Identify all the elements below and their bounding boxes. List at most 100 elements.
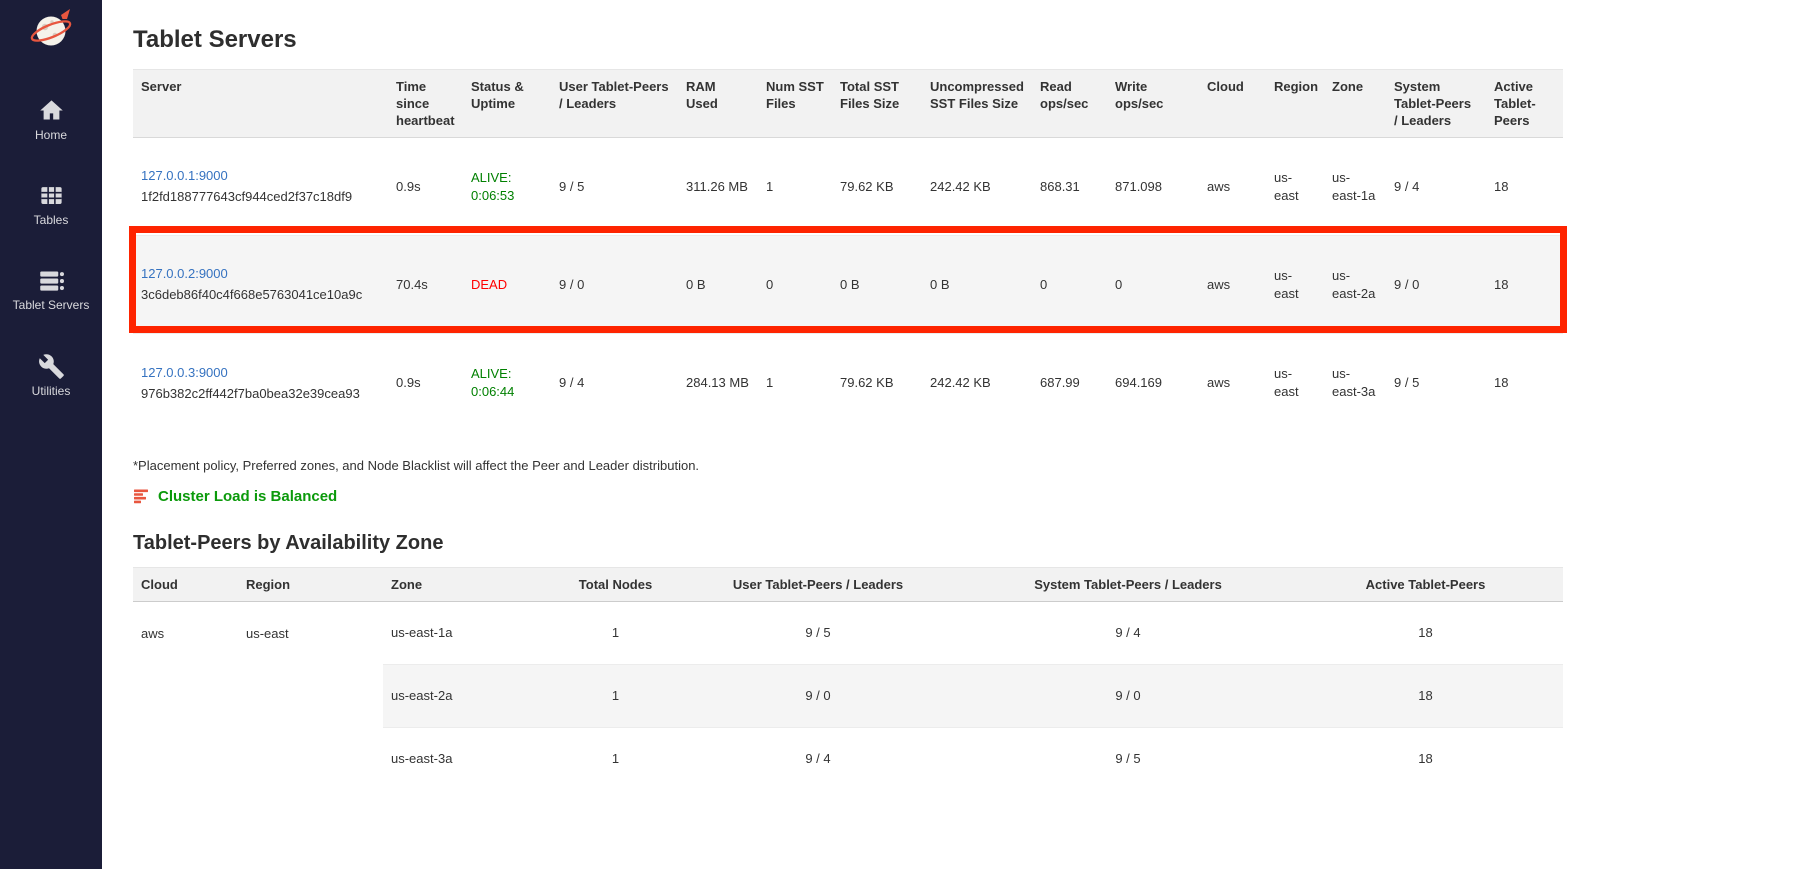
cell-zone: us-east-2a [1324,236,1386,334]
cell-total-nodes: 1 [563,728,668,791]
cell-system-peers: 9 / 5 [968,728,1288,791]
table-header-row: Cloud Region Zone Total Nodes User Table… [133,567,1563,601]
placement-policy-note: *Placement policy, Preferred zones, and … [133,458,1805,473]
cell-zone: us-east-3a [1324,334,1386,432]
cell-write-ops: 694.169 [1107,334,1199,432]
cell-zone: us-east-1a [383,602,563,665]
cell-region: us-east [238,602,383,791]
col-region: Region [238,567,383,601]
cell-active-peers: 18 [1288,728,1563,791]
cell-status: ALIVE: 0:06:44 [463,334,551,432]
cell-uncompressed-sst: 242.42 KB [922,138,1032,236]
sidebar-item-tables[interactable]: Tables [0,182,102,227]
table-row-dead: 127.0.0.2:9000 3c6deb86f40c4f668e5763041… [133,236,1563,334]
cell-system-peers: 9 / 5 [1386,334,1486,432]
cell-status: ALIVE: 0:06:53 [463,138,551,236]
sidebar-item-label: Utilities [32,385,71,398]
cell-uncompressed-sst: 242.42 KB [922,334,1032,432]
sidebar-item-utilities[interactable]: Utilities [0,353,102,398]
cell-heartbeat: 0.9s [388,138,463,236]
cell-region: us-east [1266,334,1324,432]
cell-zone: us-east-3a [383,728,563,791]
zones-table: Cloud Region Zone Total Nodes User Table… [133,567,1563,791]
cell-region: us-east [1266,138,1324,236]
cell-num-sst: 0 [758,236,832,334]
cell-region: us-east [1266,236,1324,334]
cell-zone: us-east-2a [383,665,563,728]
table-header-row: Server Time since heartbeat Status & Upt… [133,70,1563,138]
yugabyte-logo-icon[interactable] [28,6,74,57]
cell-sst-size: 79.62 KB [832,138,922,236]
col-sst-size: Total SST Files Size [832,70,922,138]
cell-active-peers: 18 [1288,602,1563,665]
cell-server: 127.0.0.3:9000 976b382c2ff442f7ba0bea32e… [133,334,388,432]
server-address-link[interactable]: 127.0.0.1:9000 [141,168,228,183]
cell-user-peers: 9 / 0 [668,665,968,728]
cell-active-peers: 18 [1486,334,1563,432]
col-cloud: Cloud [1199,70,1266,138]
server-uuid: 3c6deb86f40c4f668e5763041ce10a9c [141,286,380,304]
uptime-value: 0:06:53 [471,187,543,205]
col-system-peers: System Tablet-Peers / Leaders [968,567,1288,601]
col-write-ops: Write ops/sec [1107,70,1199,138]
col-ram: RAM Used [678,70,758,138]
cell-system-peers: 9 / 0 [1386,236,1486,334]
col-active-peers: Active Tablet-Peers [1486,70,1563,138]
table-row: 127.0.0.1:9000 1f2fd188777643cf944ced2f3… [133,138,1563,236]
cell-write-ops: 0 [1107,236,1199,334]
tables-icon [38,182,65,209]
col-uncompressed-sst: Uncompressed SST Files Size [922,70,1032,138]
cell-cloud: aws [1199,334,1266,432]
col-user-peers: User Tablet-Peers / Leaders [551,70,678,138]
cell-read-ops: 0 [1032,236,1107,334]
cell-zone: us-east-1a [1324,138,1386,236]
tablet-servers-icon [38,267,65,294]
cell-cloud: aws [1199,236,1266,334]
status-label: ALIVE: [471,170,511,185]
server-address-link[interactable]: 127.0.0.2:9000 [141,266,228,281]
cell-cloud: aws [1199,138,1266,236]
cell-write-ops: 871.098 [1107,138,1199,236]
col-num-sst: Num SST Files [758,70,832,138]
server-uuid: 1f2fd188777643cf944ced2f37c18df9 [141,188,380,206]
col-read-ops: Read ops/sec [1032,70,1107,138]
col-user-peers: User Tablet-Peers / Leaders [668,567,968,601]
cell-server: 127.0.0.1:9000 1f2fd188777643cf944ced2f3… [133,138,388,236]
cell-user-peers: 9 / 5 [668,602,968,665]
cell-ram: 0 B [678,236,758,334]
cell-system-peers: 9 / 4 [1386,138,1486,236]
cell-user-peers: 9 / 4 [551,334,678,432]
col-active-peers: Active Tablet-Peers [1288,567,1563,601]
cell-user-peers: 9 / 4 [668,728,968,791]
cell-active-peers: 18 [1486,236,1563,334]
cell-status: DEAD [463,236,551,334]
col-server: Server [133,70,388,138]
sidebar-item-label: Home [35,129,67,142]
cell-user-peers: 9 / 5 [551,138,678,236]
cluster-balance-status: Cluster Load is Balanced [133,488,1805,505]
cell-cloud: aws [133,602,238,791]
sidebar-item-label: Tables [34,214,69,227]
page-title: Tablet Servers [133,26,1805,54]
col-zone: Zone [383,567,563,601]
col-cloud: Cloud [133,567,238,601]
server-uuid: 976b382c2ff442f7ba0bea32e39cea93 [141,385,380,403]
cell-total-nodes: 1 [563,602,668,665]
cell-heartbeat: 0.9s [388,334,463,432]
main-content: Tablet Servers Server Time since heartbe… [102,0,1805,791]
cell-user-peers: 9 / 0 [551,236,678,334]
table-row: aws us-east us-east-1a 1 9 / 5 9 / 4 18 [133,602,1563,665]
cell-total-nodes: 1 [563,665,668,728]
cell-read-ops: 687.99 [1032,334,1107,432]
table-row: 127.0.0.3:9000 976b382c2ff442f7ba0bea32e… [133,334,1563,432]
cell-num-sst: 1 [758,334,832,432]
server-address-link[interactable]: 127.0.0.3:9000 [141,365,228,380]
sidebar-item-home[interactable]: Home [0,97,102,142]
cell-system-peers: 9 / 4 [968,602,1288,665]
cluster-balance-label: Cluster Load is Balanced [158,488,337,505]
section-title-tablet-peers: Tablet-Peers by Availability Zone [133,532,1805,555]
sidebar-item-tablet-servers[interactable]: Tablet Servers [0,267,102,312]
cell-active-peers: 18 [1486,138,1563,236]
cell-sst-size: 79.62 KB [832,334,922,432]
home-icon [38,97,65,124]
